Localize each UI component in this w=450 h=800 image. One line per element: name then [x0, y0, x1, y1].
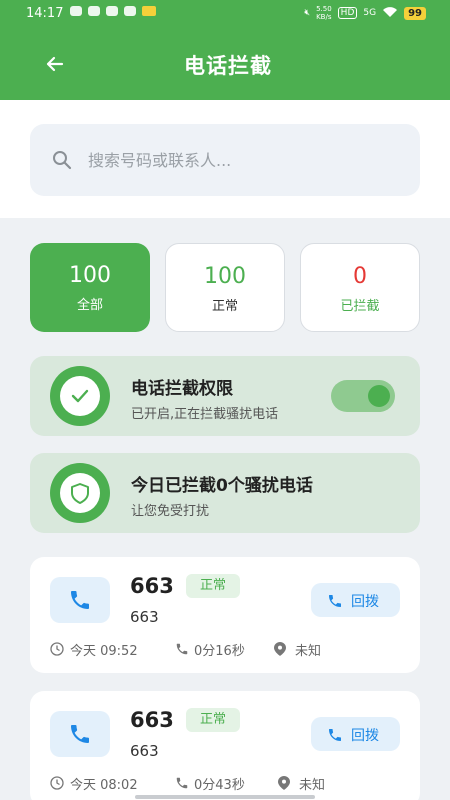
- search-bar[interactable]: [30, 124, 420, 196]
- call-log-item[interactable]: 663 正常 663 回拨 今天 09:52 0分16秒 未知: [30, 557, 420, 673]
- caller-number: 663: [130, 574, 174, 598]
- stat-normal-tab[interactable]: 100 正常: [165, 243, 285, 332]
- shield-badge: [50, 463, 110, 523]
- permission-toggle[interactable]: [331, 380, 395, 412]
- clock-icon: [50, 642, 64, 656]
- wifi-icon: [382, 6, 398, 21]
- notification-icons: [70, 6, 156, 16]
- stat-label: 全部: [76, 298, 103, 313]
- message-icon: [88, 6, 100, 16]
- permission-status-badge: [50, 366, 110, 426]
- call-log-item[interactable]: 663 正常 663 回拨 今天 08:02 0分43秒 未知: [30, 691, 420, 800]
- app-icon: [124, 6, 136, 16]
- stat-label: 已拦截: [340, 299, 380, 314]
- chat-icon: [70, 6, 82, 16]
- stat-all-tab[interactable]: 100 全部: [30, 243, 150, 332]
- phone-icon: [329, 729, 341, 741]
- battery-indicator: 99: [404, 6, 426, 20]
- mute-icon: 🔇︎: [304, 8, 311, 18]
- caller-name: 663: [130, 742, 159, 760]
- app-icon: [142, 6, 156, 16]
- today-blocked-card: 今日已拦截0个骚扰电话 让您免受打扰: [30, 453, 420, 533]
- call-type-badge: [50, 711, 110, 757]
- redial-label: 回拨: [351, 594, 379, 610]
- search-icon: [53, 151, 72, 170]
- toggle-knob: [368, 385, 390, 407]
- network-speed: 5.50 KB/s: [316, 5, 332, 21]
- today-blocked-subtitle: 让您免受打扰: [131, 504, 210, 519]
- home-indicator[interactable]: [135, 795, 315, 799]
- stat-value: 0: [353, 264, 367, 289]
- page-title: 电话拦截: [184, 54, 272, 78]
- call-duration: 0分16秒: [194, 644, 245, 659]
- permission-title: 电话拦截权限: [131, 379, 233, 399]
- call-location: 未知: [299, 778, 326, 793]
- stat-value: 100: [69, 263, 111, 288]
- call-time: 今天 09:52: [70, 644, 138, 659]
- permission-subtitle: 已开启,正在拦截骚扰电话: [131, 407, 279, 422]
- status-badge: 正常: [186, 574, 240, 598]
- status-time: 14:17: [26, 6, 64, 21]
- location-icon: [278, 776, 290, 790]
- shield-icon: [71, 483, 89, 504]
- redial-button[interactable]: 回拨: [311, 717, 400, 751]
- status-bar: 14:17 🔇︎ 5.50 KB/s HD 5G 99: [0, 0, 450, 28]
- caller-number: 663: [130, 708, 174, 732]
- search-section: [0, 100, 450, 218]
- phone-icon: [329, 595, 341, 607]
- call-duration: 0分43秒: [194, 778, 245, 793]
- status-badge: 正常: [186, 708, 240, 732]
- call-time: 今天 08:02: [70, 778, 138, 793]
- stat-value: 100: [204, 264, 246, 289]
- phone-icon: [176, 777, 188, 789]
- clock-icon: [50, 776, 64, 790]
- caller-name: 663: [130, 608, 159, 626]
- location-icon: [274, 642, 286, 656]
- permission-card: 电话拦截权限 已开启,正在拦截骚扰电话: [30, 356, 420, 436]
- signal-indicator: 5G: [363, 8, 377, 18]
- app-icon: [106, 6, 118, 16]
- search-input[interactable]: [88, 146, 388, 174]
- phone-icon: [176, 643, 188, 655]
- check-icon: [71, 389, 89, 403]
- redial-label: 回拨: [351, 728, 379, 744]
- redial-button[interactable]: 回拨: [311, 583, 400, 617]
- stat-blocked-tab[interactable]: 0 已拦截: [300, 243, 420, 332]
- phone-icon: [71, 591, 89, 609]
- call-location: 未知: [295, 644, 322, 659]
- stat-label: 正常: [211, 299, 238, 314]
- status-right: 🔇︎ 5.50 KB/s HD 5G 99: [304, 5, 426, 21]
- phone-icon: [71, 725, 89, 743]
- hd-indicator: HD: [337, 7, 358, 19]
- today-blocked-title: 今日已拦截0个骚扰电话: [131, 476, 313, 496]
- call-type-badge: [50, 577, 110, 623]
